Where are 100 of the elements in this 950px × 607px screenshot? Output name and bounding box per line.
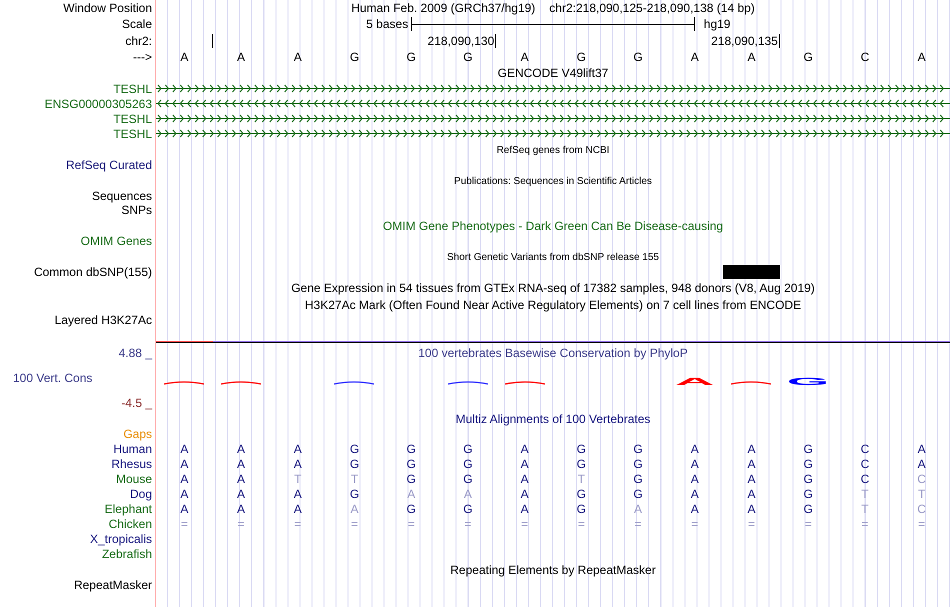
track-label[interactable]: 100 Vert. Cons (0, 371, 92, 385)
assembly-name: Human Feb. 2009 (GRCh37/hg19) (351, 1, 536, 15)
alignment-base: T (350, 472, 360, 486)
transcript-line-drawing[interactable] (156, 99, 950, 108)
track-label[interactable]: OMIM Genes (80, 234, 152, 248)
track-label[interactable]: Zebrafish (102, 546, 152, 560)
track-label[interactable]: Common dbSNP(155) (34, 265, 152, 279)
ruler-tick (495, 34, 496, 48)
alignment-base: A (633, 502, 644, 516)
alignment-base: G (348, 442, 360, 456)
base-letter: G (406, 50, 417, 64)
alignment-base: = (917, 516, 926, 530)
track-label[interactable]: X_tropicalis (90, 532, 152, 546)
track-label[interactable]: TESHL (113, 82, 152, 96)
transcript-line-drawing[interactable] (156, 129, 950, 138)
alignment-base: = (350, 516, 359, 530)
track-title: GENCODE V49lift37 (498, 66, 608, 80)
track-title: Multiz Alignments of 100 Vertebrates (456, 412, 650, 426)
alignment-base: G (406, 442, 417, 456)
track-label[interactable]: chr2: (125, 34, 152, 48)
transcript-line-drawing[interactable] (156, 114, 950, 123)
alignment-base: = (804, 516, 813, 530)
base-letter: A (292, 50, 303, 64)
ruler-label: 218,090,135 (711, 34, 779, 48)
alignment-base: = (520, 516, 530, 530)
alignment-base: T (860, 486, 870, 500)
alignment-base: A (292, 442, 303, 456)
track-label[interactable]: Chicken (108, 516, 152, 530)
track-label[interactable]: TESHL (113, 112, 152, 126)
alignment-base: A (292, 486, 303, 500)
alignment-base: = (180, 516, 189, 530)
track-label[interactable]: RepeatMasker (74, 578, 152, 592)
alignment-base: G (462, 472, 474, 486)
alignment-base: T (293, 472, 302, 486)
track-label[interactable]: Human (113, 442, 152, 456)
track-label[interactable]: Layered H3K27Ac (54, 313, 152, 327)
alignment-base: A (690, 472, 700, 486)
alignment-base: A (520, 486, 530, 500)
base-letter: A (520, 50, 530, 64)
logo-letter: A (675, 377, 714, 387)
alignment-base: A (746, 456, 756, 470)
base-letter: G (348, 50, 360, 64)
alignment-base: A (520, 472, 530, 486)
alignment-base: A (236, 442, 246, 456)
track-label[interactable]: Mouse (116, 472, 152, 486)
alignment-base: G (802, 472, 814, 486)
alignment-base: A (690, 442, 700, 456)
scale-label: 5 bases (366, 17, 410, 31)
track-title: Gene Expression in 54 tissues from GTEx RNA-seq of 17382 samples, 948 donors (V8, Aug 2019) (291, 281, 815, 295)
track-title: Publications: Sequences in Scientific Articles (454, 176, 652, 188)
alignment-base: A (746, 502, 756, 516)
logo-letter: G (786, 377, 830, 387)
base-letter: A (746, 50, 756, 64)
alignment-base: A (349, 502, 360, 516)
track-label[interactable]: TESHL (113, 126, 152, 140)
ruler-label: 218,090,130 (428, 34, 496, 48)
alignment-base: G (348, 456, 360, 470)
alignment-base: G (802, 456, 814, 470)
alignment-base: G (462, 442, 474, 456)
track-label[interactable]: RefSeq Curated (66, 158, 152, 172)
alignment-base: A (916, 456, 927, 470)
alignment-base: A (236, 472, 246, 486)
alignment-base: A (916, 442, 927, 456)
track-label[interactable]: ENSG00000305263 (44, 96, 152, 110)
alignment-base: A (236, 486, 246, 500)
alignment-base: G (632, 456, 644, 470)
track-label[interactable]: Sequences (92, 189, 152, 203)
alignment-base: A (690, 502, 700, 516)
track-title: Repeating Elements by RepeatMasker (450, 563, 656, 577)
alignment-base: C (860, 442, 870, 456)
base-letter: G (576, 50, 588, 64)
track-label[interactable]: Dog (130, 486, 152, 500)
alignment-base: G (462, 502, 474, 516)
track-label[interactable]: ---> (133, 50, 152, 64)
base-letter: G (632, 50, 644, 64)
track-label[interactable]: Rhesus (111, 456, 152, 470)
alignment-base: A (520, 502, 530, 516)
alignment-base: G (406, 472, 417, 486)
alignment-base: C (916, 472, 927, 486)
alignment-base: = (293, 516, 302, 530)
alignment-base: G (576, 502, 588, 516)
alignment-base: = (576, 516, 586, 530)
track-title: H3K27Ac Mark (Often Found Near Active Regulatory Elements) on 7 cell lines from ENCODE (304, 298, 802, 312)
transcript-line-drawing[interactable] (156, 84, 950, 93)
alignment-base: C (860, 456, 870, 470)
alignment-base: G (406, 456, 417, 470)
alignment-base: G (576, 456, 588, 470)
track-label[interactable]: Elephant (104, 502, 152, 516)
track-label[interactable]: Scale (122, 17, 152, 31)
alignment-base: A (520, 456, 530, 470)
alignment-base: G (576, 442, 588, 456)
alignment-base: A (520, 442, 530, 456)
alignment-base: = (236, 516, 246, 530)
track-label[interactable]: SNPs (121, 203, 152, 217)
alignment-base: A (746, 442, 756, 456)
alignment-base: A (462, 486, 473, 500)
alignment-base: A (179, 456, 190, 470)
alignment-base: = (690, 516, 700, 530)
base-letter: A (179, 50, 190, 64)
track-label[interactable]: Window Position (63, 1, 152, 15)
